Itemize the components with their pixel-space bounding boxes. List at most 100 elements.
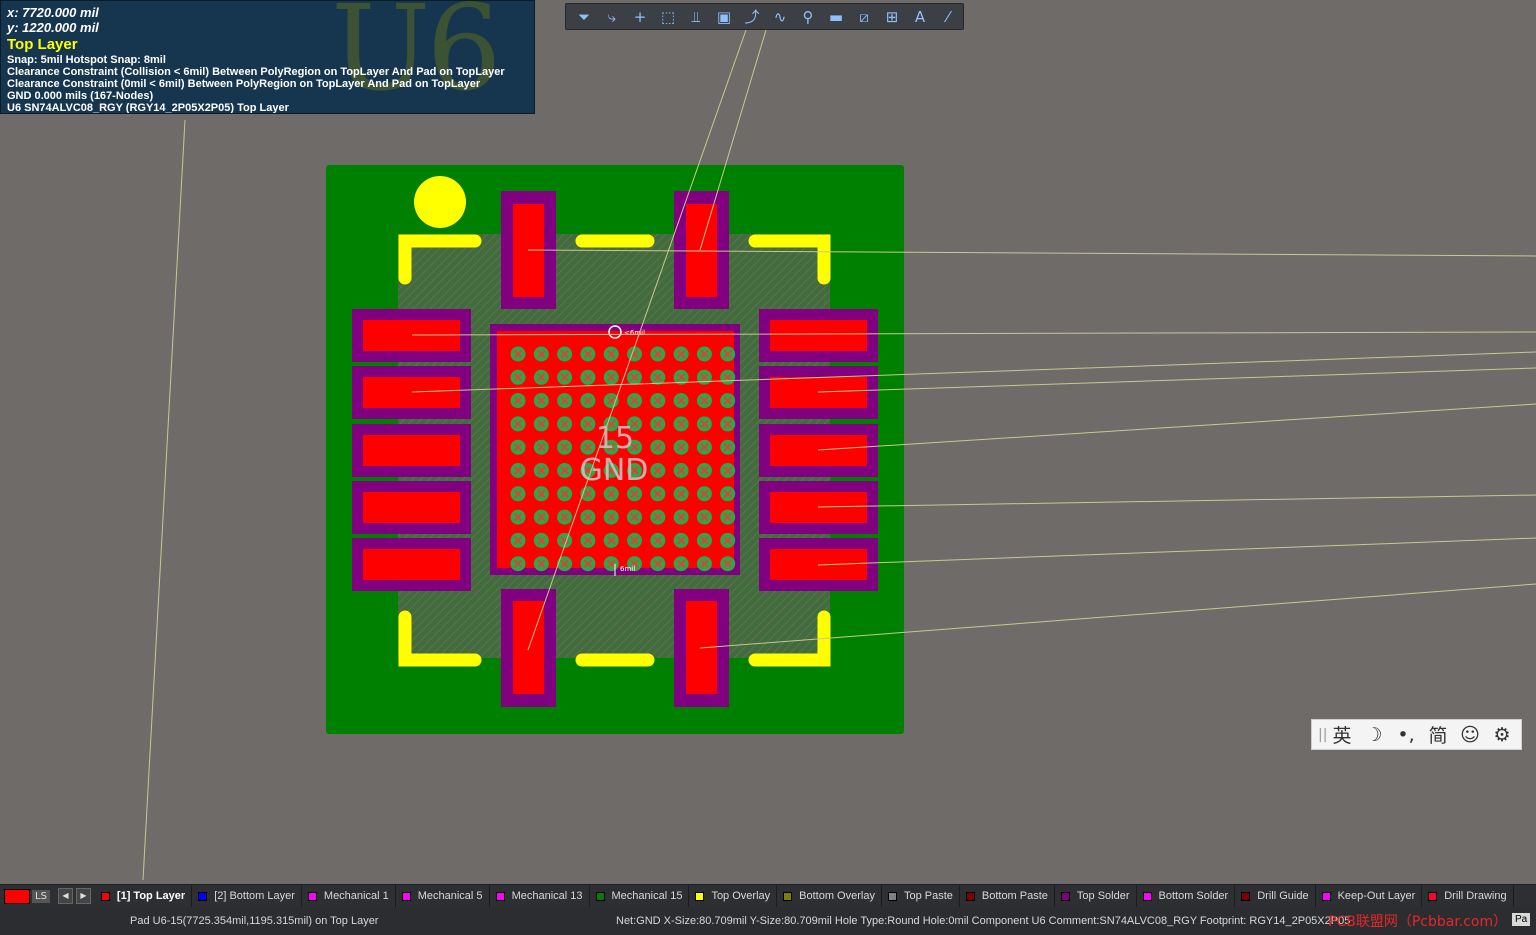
layer-tab[interactable]: [1] Top Layer [95, 885, 193, 907]
ime-grip[interactable]: || [1318, 727, 1327, 743]
ime-punct-toggle[interactable]: •, [1390, 724, 1422, 746]
layer-color-swatch [307, 891, 317, 901]
hud-component: U6 SN74ALVC08_RGY (RGY14_2P05X2P05) Top … [7, 102, 289, 114]
text-icon[interactable]: A [906, 5, 934, 29]
layer-tab-label: Top Overlay [711, 890, 771, 902]
layer-tab[interactable]: Mechanical 15 [590, 885, 690, 907]
hud-net: GND 0.000 mils (167-Nodes) [7, 90, 154, 102]
status-net-info: Net:GND X-Size:80.709mil Y-Size:80.709mi… [616, 915, 1351, 927]
layer-tab-label: Top Solder [1076, 890, 1130, 902]
layer-color-swatch [1142, 891, 1152, 901]
pad[interactable] [363, 549, 460, 580]
ime-emoji-icon[interactable]: ☺ [1454, 724, 1486, 746]
align-icon[interactable]: ⫫ [682, 5, 710, 29]
hud-x-coordinate: x: 7720.000 mil [7, 5, 99, 20]
ime-moon-icon[interactable]: ☽ [1358, 724, 1390, 746]
layer-set-label[interactable]: LS [32, 889, 50, 903]
hud-component-watermark: U6 [331, 0, 502, 114]
clearance-bottom-label: 6mil [620, 565, 635, 573]
layer-color-swatch [1321, 891, 1331, 901]
component-icon[interactable]: ▣ [710, 5, 738, 29]
layer-tab[interactable]: Drill Drawing [1422, 885, 1514, 907]
layer-tab[interactable]: Bottom Paste [960, 885, 1055, 907]
ime-settings-icon[interactable]: ⚙ [1486, 724, 1518, 746]
dimension-icon[interactable]: ⊞ [878, 5, 906, 29]
layer-color-swatch [887, 891, 897, 901]
layer-tab-label: Bottom Overlay [799, 890, 875, 902]
site-watermark: PCB联盟网（Pcbbar.com） [1328, 914, 1508, 930]
layer-color-swatch [198, 891, 208, 901]
layer-color-swatch [100, 891, 110, 901]
current-layer-swatch [4, 888, 30, 904]
layer-tab-label: [2] Bottom Layer [214, 890, 295, 902]
layer-tab-label: Mechanical 15 [611, 890, 683, 902]
layer-tab-label: Mechanical 1 [323, 890, 389, 902]
pad[interactable] [770, 492, 867, 523]
layer-tab-label: Top Paste [903, 890, 953, 902]
current-layer-indicator[interactable]: LS [4, 888, 50, 904]
layer-tab-list: [1] Top Layer [2] Bottom Layer Mechanical … [95, 885, 1514, 907]
hud-clearance-2: Clearance Constraint (0mil < 6mil) Betwe… [7, 78, 481, 90]
hud-y-coordinate: y: 1220.000 mil [7, 20, 99, 35]
rect-select-icon[interactable]: ⬚ [654, 5, 682, 29]
layer-color-swatch [783, 891, 793, 901]
layer-tab-label: Mechanical 5 [417, 890, 483, 902]
pad[interactable] [770, 377, 867, 408]
pad[interactable] [363, 377, 460, 408]
layer-color-swatch [401, 891, 411, 901]
layer-color-swatch [965, 891, 975, 901]
fill-icon[interactable]: ▬ [822, 5, 850, 29]
layer-tab[interactable]: Top Solder [1055, 885, 1137, 907]
layer-tab[interactable]: Mechanical 13 [490, 885, 590, 907]
via-icon[interactable]: ⚲ [794, 5, 822, 29]
clearance-top-label: <6mil [624, 329, 645, 337]
layer-prev-button[interactable]: ◀ [57, 888, 73, 904]
route-icon[interactable]: ⤴ [738, 5, 766, 29]
layer-tab[interactable]: Mechanical 5 [396, 885, 490, 907]
layer-tab-label: Drill Guide [1257, 890, 1309, 902]
hud-snap: Snap: 5mil Hotspot Snap: 8mil [7, 54, 166, 66]
pad-group-left [352, 309, 471, 591]
heads-up-display: U6 x: 7720.000 mil y: 1220.000 mil Top L… [0, 0, 535, 114]
layer-tab-label: Mechanical 13 [511, 890, 583, 902]
layer-tab[interactable]: Top Overlay [689, 885, 778, 907]
pad[interactable] [770, 435, 867, 466]
layer-tab[interactable]: Keep-Out Layer [1316, 885, 1423, 907]
layer-tab[interactable]: Mechanical 1 [302, 885, 396, 907]
line-icon[interactable]: ⁄ [934, 5, 962, 29]
layer-color-swatch [1428, 891, 1438, 901]
pad[interactable] [363, 435, 460, 466]
ime-simplified-toggle[interactable]: 简 [1422, 721, 1454, 748]
layer-tab-label: Bottom Paste [981, 890, 1048, 902]
hud-current-layer: Top Layer [7, 36, 78, 53]
pcb-canvas[interactable]: 15 GND <6mil 6mil [0, 0, 1536, 880]
filter-icon[interactable]: ⏷ [570, 5, 598, 29]
layer-tab[interactable]: [2] Bottom Layer [192, 885, 302, 907]
pad[interactable] [363, 320, 460, 351]
ime-lang-toggle[interactable]: 英 [1326, 721, 1358, 748]
ime-toolbar: || 英 ☽ •, 简 ☺ ⚙ [1311, 719, 1522, 750]
polygon-icon[interactable]: ⧄ [850, 5, 878, 29]
pad[interactable] [363, 492, 460, 523]
status-bar: Pad U6-15(7725.354mil,1195.315mil) on To… [0, 907, 1536, 935]
layer-color-swatch [495, 891, 505, 901]
layer-tab[interactable]: Bottom Overlay [777, 885, 882, 907]
layer-color-swatch [1241, 891, 1251, 901]
pin1-marker [414, 176, 466, 228]
pad-number: 15 [596, 421, 634, 456]
layer-tab-label: Drill Drawing [1444, 890, 1507, 902]
add-icon[interactable]: + [626, 5, 654, 29]
hud-clearance-1: Clearance Constraint (Collision < 6mil) … [7, 66, 505, 78]
select-connected-icon[interactable]: ⤷ [598, 5, 626, 29]
layer-tab-label: [1] Top Layer [116, 890, 186, 902]
layer-tab[interactable]: Drill Guide [1235, 885, 1316, 907]
layer-color-swatch [695, 891, 705, 901]
pad[interactable] [770, 320, 867, 351]
layer-tab[interactable]: Bottom Solder [1137, 885, 1236, 907]
panels-button[interactable]: Pa [1512, 913, 1531, 926]
diff-pair-icon[interactable]: ∿ [766, 5, 794, 29]
layer-tab[interactable]: Top Paste [882, 885, 960, 907]
layer-tab-label: Bottom Solder [1158, 890, 1229, 902]
layer-next-button[interactable]: ▶ [75, 888, 91, 904]
layer-tab-label: Keep-Out Layer [1337, 890, 1416, 902]
